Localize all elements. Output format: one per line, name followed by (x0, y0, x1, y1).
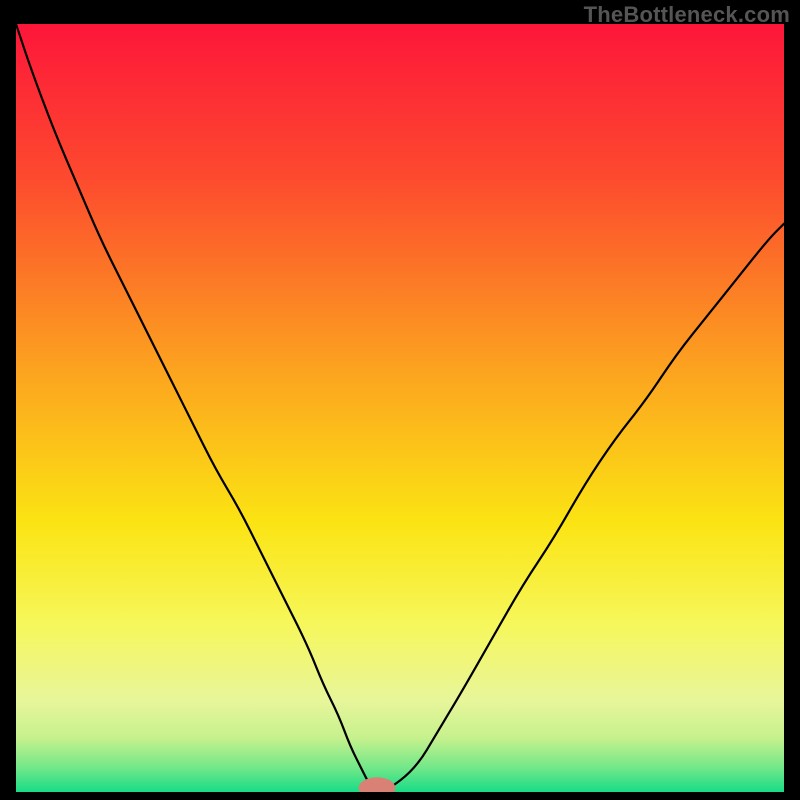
chart-svg (16, 24, 784, 792)
plot-area (16, 24, 784, 792)
gradient-background (16, 24, 784, 792)
chart-container: TheBottleneck.com (0, 0, 800, 800)
watermark-text: TheBottleneck.com (584, 2, 790, 28)
